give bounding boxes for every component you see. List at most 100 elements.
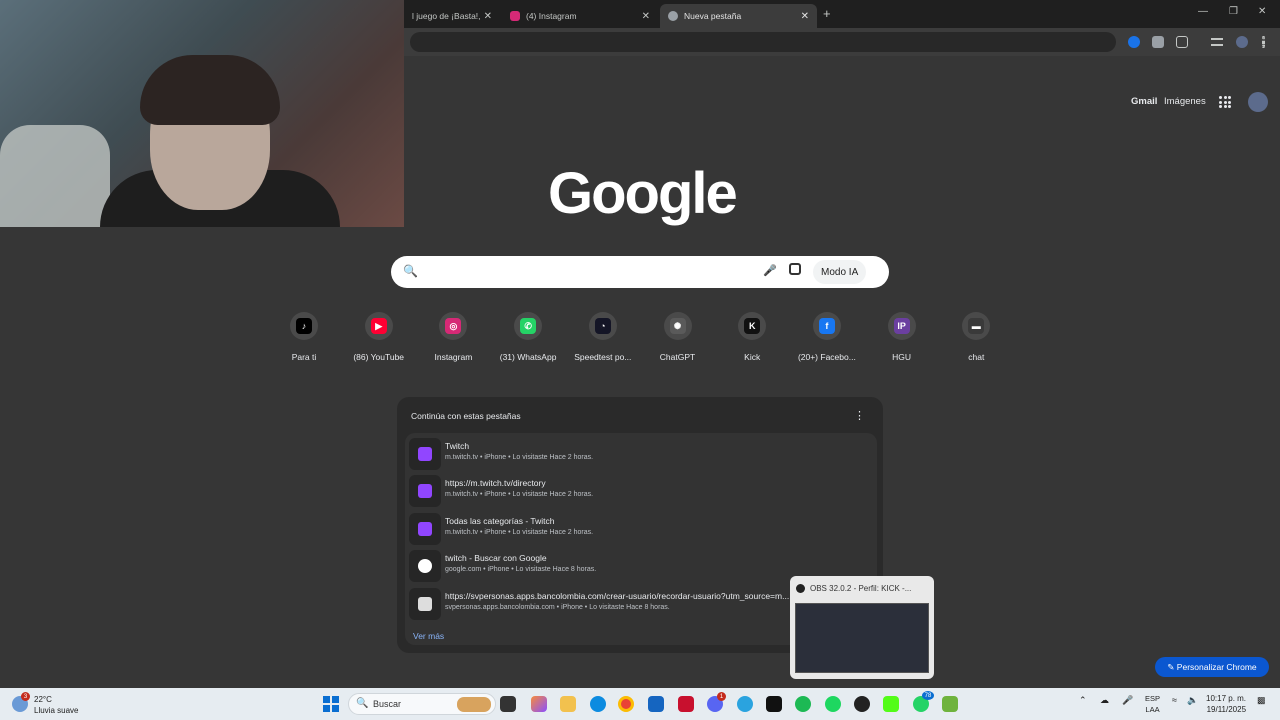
file-explorer-icon[interactable]: [560, 696, 576, 712]
shortcut-label: chat: [968, 352, 985, 362]
weather-desc: Lluvia suave: [34, 706, 79, 715]
wifi-icon[interactable]: ≈: [1172, 695, 1177, 705]
close-window-button[interactable]: ✕: [1258, 6, 1266, 17]
see-more-link[interactable]: Ver más: [413, 631, 444, 641]
taskbar-search[interactable]: 🔍 Buscar: [348, 693, 496, 715]
tab-row-title: Twitch: [445, 441, 470, 451]
kick-icon[interactable]: [883, 696, 899, 712]
shortcut-tile[interactable]: ◔ Speedtest po...: [565, 312, 641, 362]
shortcut-tile[interactable]: ◎ Instagram: [415, 312, 491, 362]
chrome-icon: [668, 11, 678, 21]
copilot-icon[interactable]: [531, 696, 547, 712]
shortcut-label: (86) YouTube: [353, 352, 405, 362]
mic-tray-icon[interactable]: 🎤: [1122, 695, 1133, 706]
notification-icon[interactable]: ▩: [1257, 695, 1266, 706]
reading-list-icon[interactable]: [1211, 38, 1223, 46]
telegram-icon[interactable]: [737, 696, 753, 712]
twitch-icon: [409, 475, 441, 508]
shortcut-tile[interactable]: ▶ (86) YouTube: [341, 312, 417, 362]
card-menu-icon[interactable]: ⋮: [854, 409, 865, 422]
store-icon[interactable]: [648, 696, 664, 712]
tab-label: l juego de ¡Basta!, ¡...: [412, 11, 482, 21]
profile-avatar-icon[interactable]: [1236, 36, 1248, 48]
tab-close-icon[interactable]: ✕: [801, 11, 809, 22]
shortcut-tile[interactable]: ▬ chat: [938, 312, 1014, 362]
address-bar[interactable]: [410, 32, 1116, 52]
extension-icon[interactable]: [1128, 36, 1140, 48]
obs-thumbnail[interactable]: [795, 603, 929, 673]
clock-time: 10:17 p. m.: [1206, 694, 1247, 703]
tab-close-icon[interactable]: ✕: [484, 11, 492, 22]
webcam-overlay: [0, 0, 404, 227]
twitch-icon: [409, 512, 441, 545]
google-icon: [409, 550, 441, 583]
speedtest-icon: ◔: [588, 312, 617, 340]
images-link[interactable]: Imágenes: [1164, 96, 1206, 107]
favicon: [418, 521, 432, 536]
tiktok-icon: ♪: [290, 312, 318, 340]
spotify-icon[interactable]: [825, 696, 841, 712]
chrome-icon[interactable]: [618, 696, 634, 712]
tab-row-title: twitch - Buscar con Google: [445, 553, 547, 564]
task-view-icon[interactable]: [500, 696, 516, 712]
discord-badge: 1: [717, 692, 726, 701]
shortcut-tile[interactable]: K Kick: [714, 312, 790, 362]
lang-top: ESP: [1145, 694, 1161, 703]
obs-icon[interactable]: [854, 696, 870, 712]
shortcut-tile[interactable]: f (20+) Facebo...: [789, 312, 865, 362]
account-avatar[interactable]: [1248, 92, 1268, 112]
clock[interactable]: 10:17 p. m. 19/11/2025: [1206, 693, 1246, 715]
new-tab-button[interactable]: +: [823, 6, 831, 21]
tab-label: (4) Instagram: [526, 11, 577, 21]
shortcut-label: Speedtest po...: [574, 352, 632, 362]
mic-icon[interactable]: 🎤: [763, 264, 777, 277]
gmail-link[interactable]: Gmail: [1131, 96, 1157, 107]
edge-icon[interactable]: [590, 696, 606, 712]
shortcut-label: (31) WhatsApp: [499, 352, 557, 362]
tab-row[interactable]: https://m.twitch.tv/directory m.twitch.tv…: [405, 473, 877, 509]
language-indicator[interactable]: ESP LAA: [1145, 693, 1160, 715]
roblox-icon[interactable]: [678, 696, 694, 712]
windows-start-icon[interactable]: [323, 696, 339, 712]
menu-kebab-icon[interactable]: [1262, 36, 1265, 48]
xbox-icon[interactable]: [795, 696, 811, 712]
lens-icon[interactable]: [789, 263, 801, 275]
volume-icon[interactable]: 🔈: [1187, 695, 1198, 706]
weather-widget[interactable]: 22°C Lluvia suave: [34, 694, 78, 716]
incognito-icon[interactable]: [1152, 36, 1164, 48]
favicon: [418, 559, 432, 574]
minimize-button[interactable]: —: [1198, 6, 1208, 17]
weather-badge: 3: [21, 692, 30, 701]
minecraft-icon[interactable]: [942, 696, 958, 712]
ai-mode-button[interactable]: Modo IA: [813, 260, 867, 284]
shortcut-tile[interactable]: ✆ (31) WhatsApp: [490, 312, 566, 362]
shortcut-glyph: K: [744, 318, 761, 334]
google-apps-icon[interactable]: [1219, 96, 1231, 108]
shortcut-glyph: ▬: [968, 318, 985, 334]
tiktok-icon[interactable]: [766, 696, 782, 712]
shortcut-label: Kick: [744, 352, 761, 362]
chevron-up-icon[interactable]: ⌃: [1079, 695, 1087, 706]
shortcut-glyph: ✆: [520, 318, 537, 334]
tab-row[interactable]: Todas las categorías - Twitch m.twitch.tv…: [405, 511, 877, 547]
tab-row-subtitle: m.twitch.tv • iPhone • Lo visitaste Hace…: [445, 528, 594, 536]
shortcut-tile[interactable]: ✺ ChatGPT: [640, 312, 716, 362]
favicon: [418, 484, 432, 499]
cloud-icon[interactable]: ☁: [1100, 695, 1109, 706]
restore-button[interactable]: ❐: [1229, 6, 1238, 17]
shortcut-tile[interactable]: ♪ Para ti: [266, 312, 342, 362]
shortcut-glyph: IP: [893, 318, 910, 334]
tab-basta[interactable]: l juego de ¡Basta!, ¡... ✕: [404, 4, 500, 28]
shortcut-label: HGU: [892, 352, 912, 362]
tab-row[interactable]: Twitch m.twitch.tv • iPhone • Lo visitast…: [405, 436, 877, 472]
tab-instagram[interactable]: (4) Instagram ✕: [502, 4, 658, 28]
search-box[interactable]: 🔍 🎤 Modo IA: [391, 256, 889, 288]
tab-new-tab[interactable]: Nueva pestaña ✕: [660, 4, 817, 28]
bancolombia-icon: [409, 587, 441, 620]
tab-close-icon[interactable]: ✕: [642, 11, 650, 22]
shortcut-tile[interactable]: IP HGU: [864, 312, 940, 362]
customize-chrome-button[interactable]: ✎ Personalizar Chrome: [1155, 657, 1269, 677]
tab-row-subtitle: svpersonas.apps.bancolombia.com • iPhone…: [445, 603, 670, 611]
obs-taskbar-preview[interactable]: OBS 32.0.2 - Perfil: KICK -...: [790, 576, 934, 679]
extensions-puzzle-icon[interactable]: [1176, 36, 1188, 48]
